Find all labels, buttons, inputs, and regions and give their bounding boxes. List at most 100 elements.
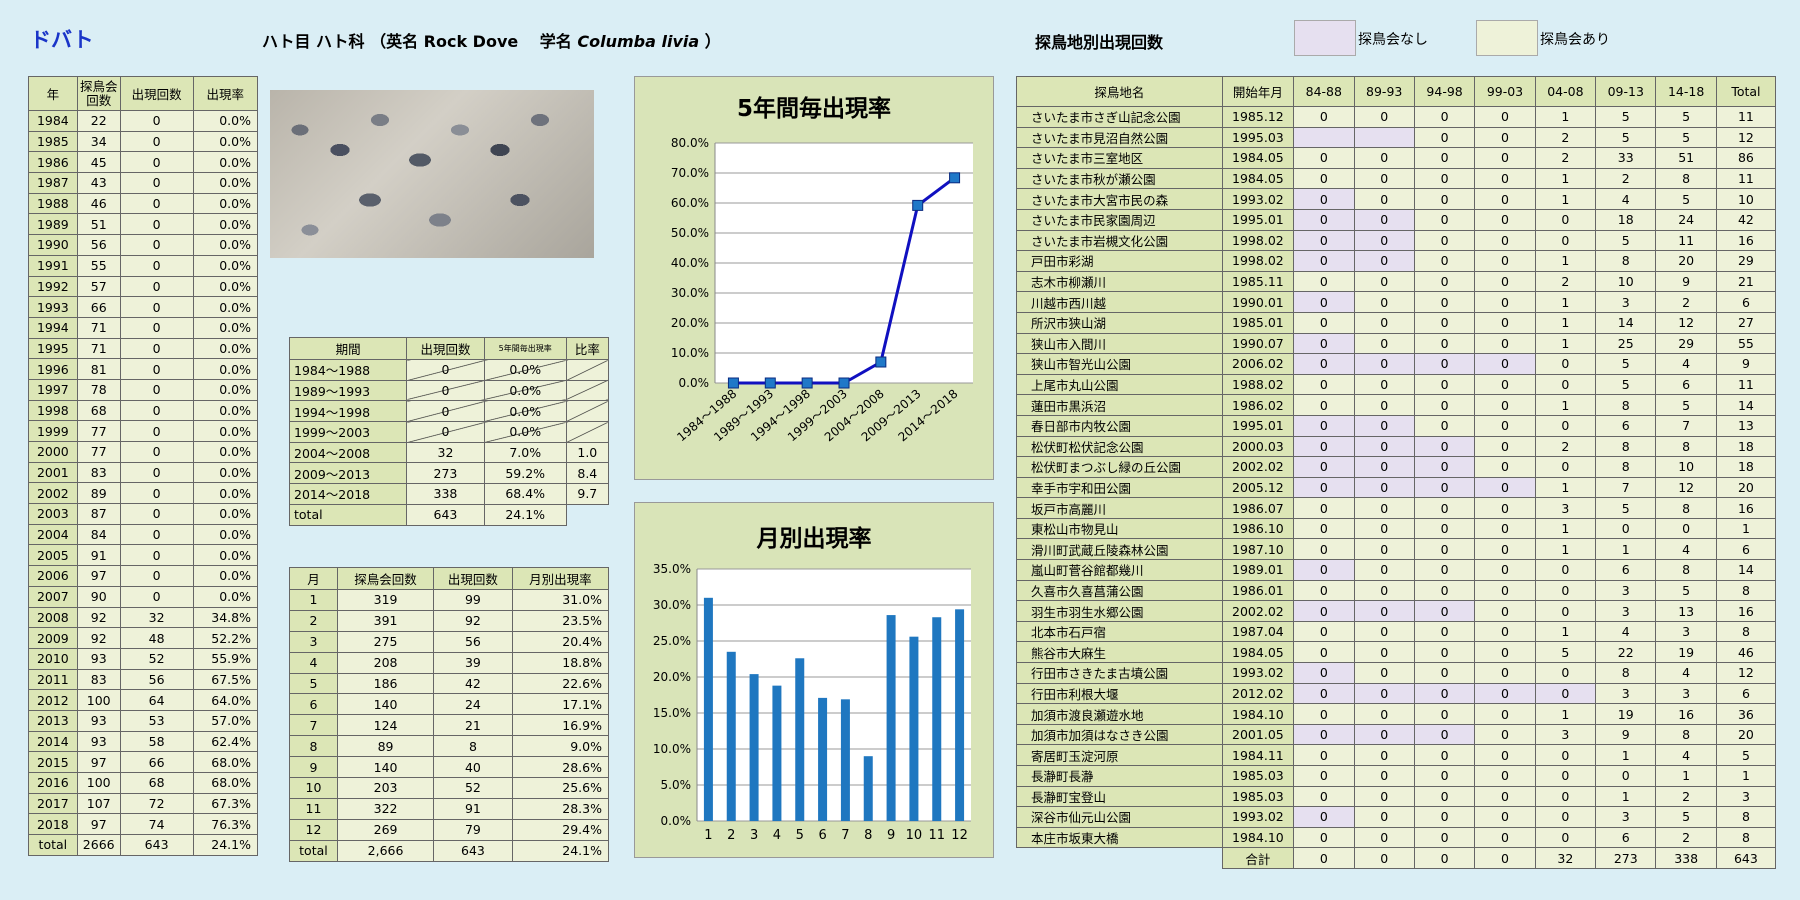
table-row: 2016 100 68 68.0% [28,772,258,794]
site-count: 0 [1353,600,1415,622]
site-count: 12 [1655,311,1717,334]
table-row: 戸田市彩湖 1998.02 0 0 0 0 1 8 20 29 [1016,250,1777,272]
site-count: 0 [1655,517,1717,540]
site-count: 0 [1595,517,1657,540]
site-count: 0 [1534,353,1597,375]
site-count: 0 [1474,353,1536,375]
site-count: 0 [1353,229,1415,252]
table-cell: 0 [119,337,194,360]
table-row: 1992 57 0 0.0% [28,275,258,298]
site-count: 19 [1655,641,1717,664]
site-count: 6 [1595,826,1657,849]
table-cell: 0 [119,565,194,587]
site-count: 1 [1534,188,1597,210]
site-count: 12 [1715,662,1777,684]
site-count: 6 [1715,682,1777,705]
site-count: 11 [1715,167,1777,190]
site-count: 0 [1474,600,1536,622]
site-count: 16 [1655,703,1717,725]
table-cell: 1995 [28,337,78,360]
table-cell: 2015 [28,751,78,773]
table-cell: 8 [433,735,513,758]
site-start-date: 1998.02 [1221,250,1295,272]
site-count: 0 [1413,394,1476,416]
site-count: 0 [1413,250,1476,272]
site-count: 0 [1293,703,1355,725]
monthly-chart-title: 月別出現率 [756,526,872,552]
site-count: 12 [1715,126,1777,149]
site-count: 9 [1595,723,1657,746]
table-cell: 1984 [28,110,78,132]
total-count: 0 [1293,847,1355,869]
site-count: 5 [1595,106,1657,128]
table-cell: 322 [336,797,435,820]
table-cell: total [289,839,338,862]
table-cell: 2017 [28,792,78,815]
table-row: 9 140 40 28.6% [289,756,610,779]
x-tick-label: 4 [773,828,781,843]
table-cell: 0.0% [192,296,258,318]
site-count: 0 [1293,270,1355,293]
table-cell: 28.3% [511,797,610,820]
site-count: 4 [1655,662,1717,684]
table-row: さいたま市民家園周辺 1995.01 0 0 0 0 0 18 24 42 [1016,208,1777,231]
table-cell: 1989～1993 [288,379,408,402]
table-cell: 0.0% [192,441,258,463]
site-start-date: 1988.02 [1221,373,1295,396]
y-tick-label: 10.0% [653,742,691,756]
column-header: 89-93 [1353,76,1415,107]
table-row: 上尾市丸山公園 1988.02 0 0 0 0 0 5 6 11 [1016,373,1777,396]
table-row: 2009～2013 273 59.2% 8.4 [288,462,610,485]
site-name: 深谷市仙元山公園 [1016,806,1223,828]
site-count: 1 [1655,765,1717,787]
table-row: 1996 81 0 0.0% [28,358,258,380]
site-count: 0 [1474,538,1536,561]
site-count: 4 [1595,188,1657,210]
y-tick-label: 80.0% [671,136,709,150]
site-count: 0 [1353,785,1415,808]
table-row: 2012 100 64 64.0% [28,689,258,711]
site-count: 33 [1595,147,1657,169]
table-cell: 0 [119,358,194,380]
table-row: 2007 90 0 0.0% [28,585,258,608]
table-cell: 45 [76,151,121,174]
y-tick-label: 0.0% [679,376,710,390]
site-count: 0 [1353,291,1415,313]
bar [840,699,850,821]
column-header: 探鳥会回数 [336,567,435,590]
table-cell: 0 [119,461,194,484]
y-tick-label: 20.0% [671,316,709,330]
site-count: 10 [1595,270,1657,293]
table-cell: 84 [76,523,121,546]
site-count: 0 [1413,559,1476,581]
species-header: ハト目 ハト科 （英名 Rock Dove 学名 Columba livia ） [262,28,721,52]
table-row: 1988 46 0 0.0% [28,192,258,215]
site-count: 3 [1595,291,1657,313]
site-count: 0 [1474,497,1536,519]
site-name: 寄居町玉淀河原 [1016,744,1223,766]
site-count: 7 [1595,476,1657,499]
table-row: 東松山市物見山 1986.10 0 0 0 0 1 0 0 1 [1016,517,1777,540]
site-count: 0 [1413,826,1476,849]
table-cell: 4 [289,651,338,674]
table-cell: 68.4% [483,483,567,505]
table-cell: 269 [336,818,435,841]
y-tick-label: 60.0% [671,196,709,210]
table-row: 加須市加須はなさき公園 2001.05 0 0 0 0 3 9 8 20 [1016,723,1777,746]
table-cell: 55.9% [192,647,258,670]
table-row: さいたま市三室地区 1984.05 0 0 0 0 2 33 51 86 [1016,147,1777,169]
table-row: 2002 89 0 0.0% [28,482,258,505]
table-cell: 0.0% [192,213,258,236]
table-cell: 2 [289,609,338,632]
site-section-title: 探鳥地別出現回数 [1035,33,1164,52]
site-count: 0 [1474,559,1536,581]
table-cell: 0.0% [192,523,258,546]
table-row: 7 124 21 16.9% [289,714,610,737]
site-count: 0 [1474,394,1536,416]
period-chart-title: 5年間毎出現率 [736,96,891,122]
table-cell: 1994～1998 [288,400,408,423]
table-cell: 0.0% [483,359,567,381]
site-start-date: 1987.10 [1221,538,1295,561]
site-count: 8 [1715,826,1777,849]
site-count: 0 [1534,456,1597,478]
